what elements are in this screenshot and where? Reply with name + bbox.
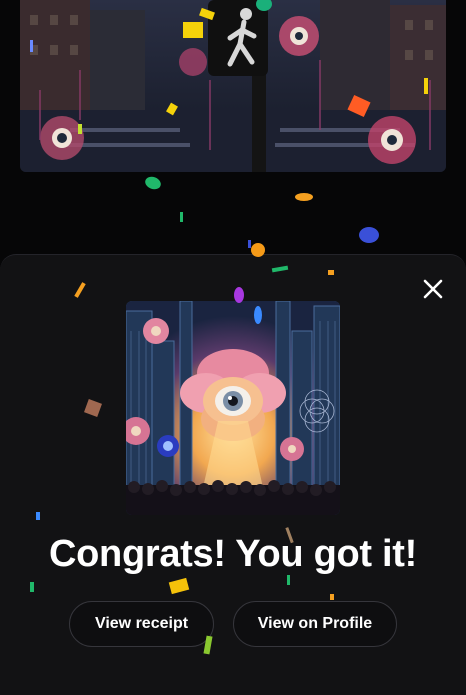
success-headline: Congrats! You got it! bbox=[48, 533, 418, 575]
nft-artwork bbox=[126, 301, 340, 515]
close-button[interactable] bbox=[420, 276, 446, 302]
close-icon bbox=[423, 279, 443, 299]
view-receipt-button[interactable]: View receipt bbox=[69, 601, 214, 647]
view-on-profile-button[interactable]: View on Profile bbox=[233, 601, 397, 647]
background-artwork bbox=[20, 0, 446, 172]
